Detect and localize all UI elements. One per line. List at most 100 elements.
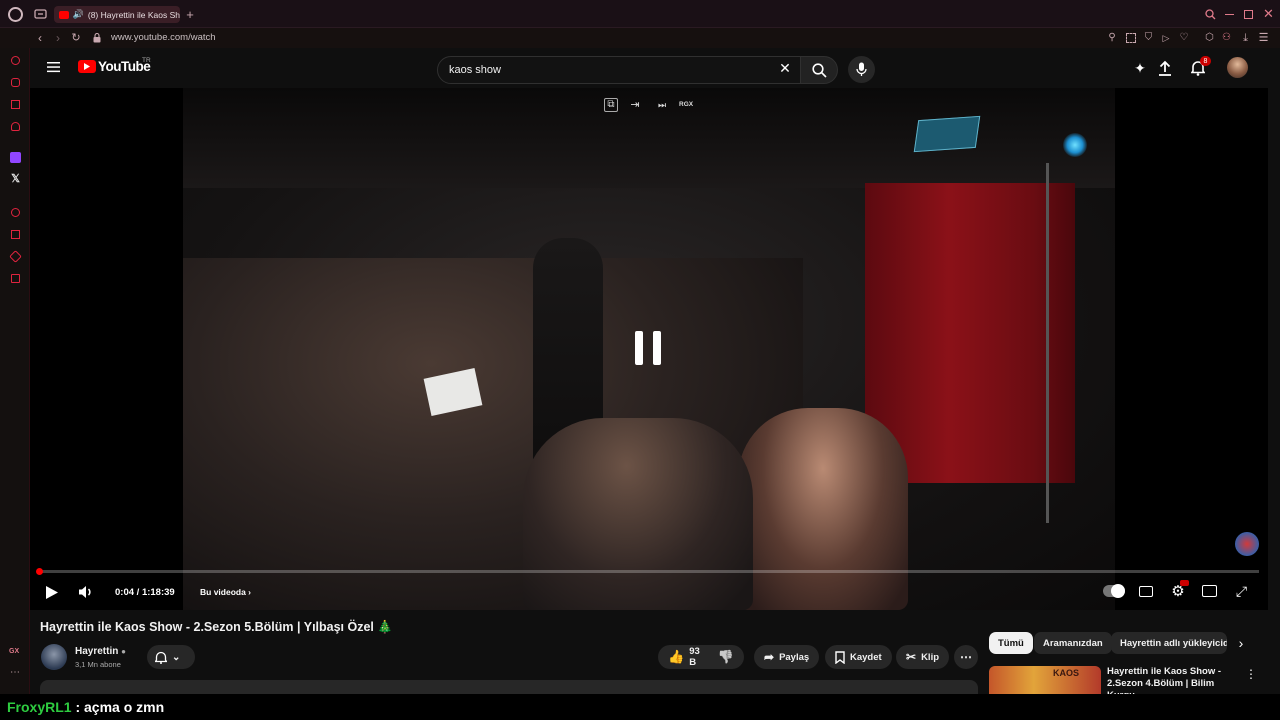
heart-icon[interactable]: ♡ (1178, 32, 1190, 44)
bell-icon (155, 651, 167, 664)
clip-button[interactable]: ✂ Klip (896, 645, 950, 669)
search-icon (812, 63, 827, 78)
video-player[interactable]: ⧉ ⇥ ⏭ RGX 0:04 / 1:18:39 Bu videoda › ⚙ … (30, 88, 1268, 610)
channel-avatar[interactable] (41, 644, 67, 670)
user-avatar[interactable] (1227, 57, 1248, 78)
forward-icon[interactable]: › (53, 31, 63, 45)
play-outline-icon[interactable]: ▷ (1161, 32, 1171, 44)
maximize-icon[interactable] (1244, 10, 1253, 19)
twitch-icon[interactable] (10, 152, 21, 163)
url-field[interactable]: www.youtube.com/watch (111, 32, 216, 43)
chapter-button[interactable]: Bu videoda › (200, 587, 251, 597)
chip-from-search[interactable]: Aramanızdan (1034, 632, 1112, 654)
more-icon[interactable]: ⋯ (9, 668, 21, 678)
chapter-label: Bu videoda (200, 587, 246, 597)
address-bar: ‹ › ↻ www.youtube.com/watch ⚲ ⛉ ▷ ♡ ⬡ ⚇ … (0, 28, 1280, 48)
chip-uploader[interactable]: Hayrettin adlı yükleyicid (1111, 632, 1227, 654)
search-input-value: kaos show (449, 64, 501, 76)
save-label: Kaydet (850, 651, 882, 663)
more-actions-button[interactable]: ⋯ (954, 645, 978, 669)
profile-icon[interactable]: ⚇ (1221, 32, 1232, 44)
red-curtain (865, 183, 1075, 483)
like-count[interactable]: 93 B (689, 646, 700, 668)
tab-title: (8) Hayrettin ile Kaos Sh (87, 9, 180, 20)
shield-icon[interactable]: ⛉ (1143, 32, 1154, 44)
voice-search-button[interactable] (848, 56, 875, 83)
enter-icon[interactable]: ⇥ (628, 98, 642, 112)
exit-sign (913, 115, 981, 153)
new-tab-plus-icon[interactable]: + (184, 8, 196, 21)
clear-search-icon[interactable]: ✕ (778, 61, 792, 75)
verified-icon: ● (121, 647, 126, 656)
bookmark-icon (835, 650, 845, 664)
subtitles-icon[interactable] (1139, 586, 1153, 597)
chip-all[interactable]: Tümü (989, 632, 1033, 654)
skip-next-icon[interactable]: ⏭ (655, 98, 669, 112)
autoplay-toggle[interactable] (1103, 584, 1125, 598)
recommendation-menu-icon[interactable]: ⋮ (1245, 668, 1257, 680)
create-icon[interactable]: ✦ (1132, 60, 1148, 76)
like-icon[interactable]: 👍 (668, 649, 684, 665)
theater-mode-icon[interactable] (1202, 585, 1217, 597)
youtube-header: YouTube TR kaos show ✕ ✦ 8 (30, 48, 1280, 88)
pin-icon[interactable]: ⚲ (1107, 32, 1117, 44)
scissors-icon: ✂ (906, 650, 917, 664)
autoplay-knob (1111, 584, 1125, 598)
rgx-label[interactable]: RGX (679, 101, 693, 108)
x-twitter-icon[interactable]: 𝕏 (10, 174, 21, 185)
share-label: Paylaş (779, 651, 810, 663)
gx-control-icon[interactable] (11, 78, 20, 87)
hamburger-menu-icon[interactable] (47, 61, 60, 73)
menu-icon[interactable]: ☰ (1258, 32, 1269, 44)
volume-icon[interactable] (78, 585, 94, 599)
search-input[interactable]: kaos show (437, 56, 801, 84)
gx-corner-icon[interactable] (11, 56, 20, 65)
snapshot-icon[interactable] (1126, 33, 1136, 43)
save-button[interactable]: Kaydet (825, 645, 892, 669)
player-icon[interactable] (11, 208, 20, 217)
description-box[interactable] (40, 680, 978, 694)
share-icon: ➦ (764, 650, 775, 664)
progress-scrubber[interactable] (36, 568, 43, 575)
like-dislike-group: 👍 93 B 👎 (658, 645, 744, 669)
news-icon[interactable] (11, 100, 20, 109)
subscription-button[interactable]: ⌄ (147, 645, 195, 669)
close-window-icon[interactable]: ✕ (1263, 7, 1274, 20)
search-button[interactable] (800, 56, 838, 84)
search-icon[interactable] (1204, 8, 1216, 20)
channel-watermark-icon[interactable] (1235, 532, 1259, 556)
chips-next-icon[interactable]: › (1236, 636, 1246, 650)
progress-bar[interactable] (39, 570, 1259, 573)
tab-manager-icon[interactable] (34, 8, 47, 20)
settings-icon[interactable] (11, 274, 20, 283)
lock-icon (92, 32, 102, 44)
share-button[interactable]: ➦ Paylaş (754, 645, 820, 669)
youtube-logo-icon[interactable] (78, 60, 96, 73)
play-icon[interactable] (46, 586, 58, 599)
bookmarks-icon[interactable] (11, 230, 20, 239)
opera-gx-logo-icon[interactable] (8, 7, 23, 22)
pause-overlay-icon[interactable] (628, 328, 668, 368)
time-display: 0:04 / 1:18:39 (115, 587, 175, 598)
recommendation-thumbnail[interactable]: KAOS (989, 666, 1101, 694)
channel-name: Hayrettin (75, 646, 119, 657)
fullscreen-icon[interactable]: ⤢ (1234, 583, 1249, 598)
recommendation-title[interactable]: Hayrettin ile Kaos Show - 2.Sezon 4.Bölü… (1107, 666, 1237, 694)
mods-icon[interactable] (9, 250, 22, 263)
tab-youtube[interactable]: 🔊 (8) Hayrettin ile Kaos Sh (54, 6, 180, 23)
back-icon[interactable]: ‹ (35, 31, 45, 45)
minimize-icon[interactable] (1225, 14, 1234, 15)
reload-icon[interactable]: ↻ (70, 31, 82, 45)
dislike-icon[interactable]: 👎 (718, 649, 734, 665)
microphone-icon (856, 62, 867, 76)
music-player-icon[interactable] (11, 122, 20, 131)
video-info-section: Hayrettin ile Kaos Show - 2.Sezon 5.Bölü… (30, 610, 1280, 694)
miniplayer-icon[interactable]: ⧉ (604, 98, 618, 112)
download-icon[interactable]: ⤓ (1240, 32, 1251, 44)
clip-label: Klip (921, 651, 940, 663)
channel-name-row[interactable]: Hayrettin ● (75, 646, 126, 657)
upload-icon[interactable] (1158, 60, 1174, 76)
chat-username: FroxyRL1 (7, 699, 72, 715)
extensions-icon[interactable]: ⬡ (1204, 32, 1215, 44)
region-code: TR (142, 57, 151, 64)
